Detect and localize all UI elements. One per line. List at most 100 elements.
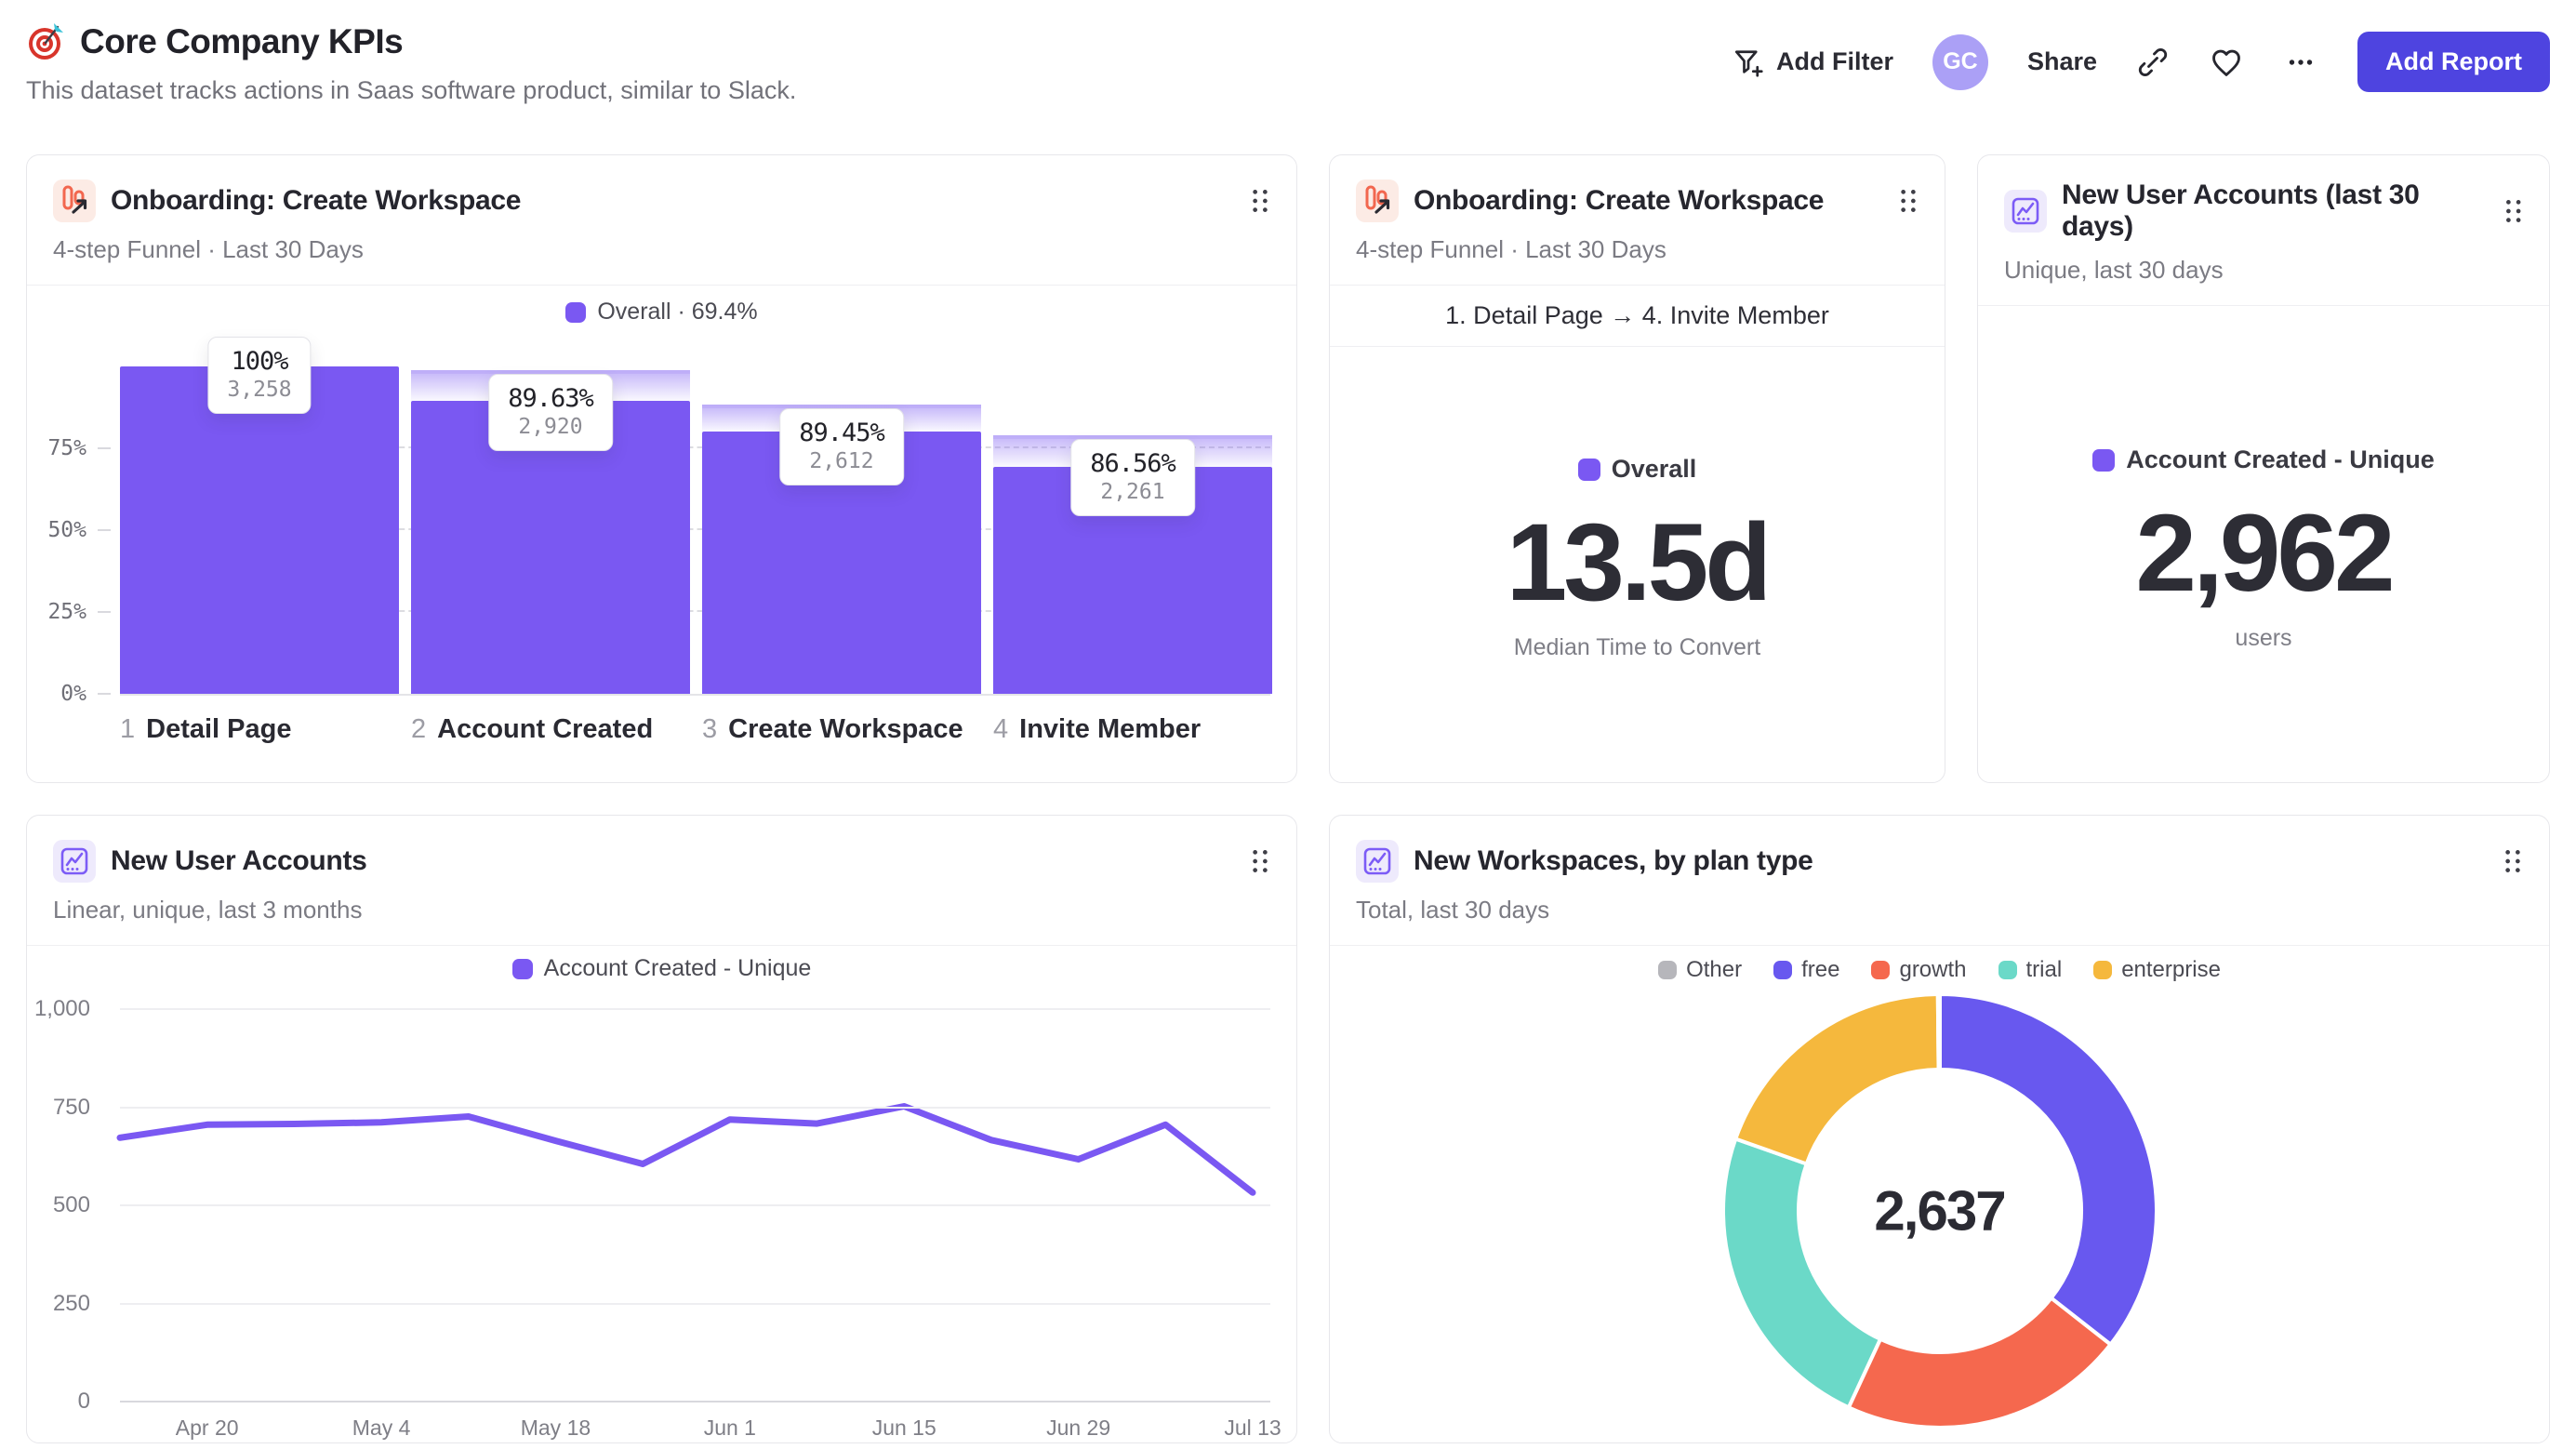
insights-report-icon [2004, 190, 2047, 233]
line-y-tick-label: 500 [52, 1192, 90, 1217]
line-legend[interactable]: Account Created - Unique [27, 955, 1296, 982]
avatar[interactable]: GC [1932, 33, 1988, 90]
funnel-report-icon [1356, 179, 1399, 222]
metric-legend[interactable]: Account Created - Unique [1978, 445, 2549, 474]
line-x-tick-label: Jun 29 [1046, 1416, 1111, 1440]
funnel-report-icon [53, 179, 96, 222]
header-actions: Add Filter GC Share Add Report [1732, 22, 2550, 92]
step-name: Account Created [437, 714, 654, 744]
card-subtitle: 4-step Funnel · Last 30 Days [53, 235, 364, 263]
card-subtitle: Linear, unique, last 3 months [53, 896, 363, 924]
card-title[interactable]: New Workspaces, by plan type [1414, 845, 1813, 877]
funnel-y-tick-label: 25% [47, 600, 86, 624]
funnel-value-tooltip: 89.45% 2,612 [779, 407, 904, 485]
funnel-pct-label: 89.63% [508, 384, 594, 413]
card-title[interactable]: New User Accounts (last 30 days) [2062, 179, 2489, 243]
card-header: Onboarding: Create Workspace 4-step Funn… [1330, 155, 1945, 286]
funnel-step-range: 1. Detail Page → 4. Invite Member [1330, 286, 1945, 347]
metric-legend[interactable]: Overall [1330, 455, 1945, 484]
card-header: New Workspaces, by plan type Total, last… [1330, 816, 2549, 946]
card-title[interactable]: New User Accounts [111, 845, 367, 877]
legend-swatch [1658, 961, 1678, 979]
funnel-y-tick-label: 0% [60, 682, 86, 706]
legend-item-enterprise[interactable]: enterprise [2093, 957, 2221, 983]
ellipsis-icon [2289, 59, 2313, 65]
funnel-value-tooltip: 100% 3,258 [207, 337, 312, 414]
legend-label: free [1801, 957, 1840, 982]
donut-slice-trial[interactable] [1720, 1136, 1883, 1410]
line-gridline [120, 1204, 1270, 1206]
donut-slice-growth[interactable] [1845, 1295, 2113, 1429]
funnel-step-label: 1 Detail Page [120, 714, 291, 745]
step-number: 4 [993, 714, 1009, 744]
share-button[interactable]: Share [2027, 47, 2097, 76]
drag-handle-icon[interactable] [1250, 187, 1270, 215]
metric-value: 13.5d [1506, 501, 1773, 624]
drag-handle-icon[interactable] [1250, 847, 1270, 875]
line-gridline [120, 1008, 1270, 1010]
funnel-axis-tick [98, 529, 111, 531]
line-plot-area: 0 250 500 750 1,000 Apr 20 May 4 May 18 Jun 1 Jun… [34, 996, 1281, 1440]
funnel-pct-label: 86.56% [1090, 448, 1176, 478]
funnel-step-label: 2 Account Created [411, 714, 653, 745]
funnel-count-label: 2,261 [1100, 479, 1165, 504]
line-x-tick-label: Jun 1 [703, 1416, 756, 1440]
link-icon [2138, 47, 2168, 76]
copy-link-button[interactable] [2136, 46, 2170, 79]
heart-icon [2212, 49, 2240, 76]
card-new-users-metric: New User Accounts (last 30 days) Unique,… [1977, 154, 2550, 783]
funnel-axis-tick [98, 693, 111, 695]
line-y-tick-label: 250 [52, 1290, 90, 1316]
more-options-button[interactable] [2283, 45, 2318, 80]
legend-swatch [1998, 961, 2017, 979]
legend-swatch [511, 958, 533, 979]
funnel-pct-label: 89.45% [799, 418, 885, 447]
legend-item-free[interactable]: free [1773, 957, 1839, 983]
legend-label: Other [1686, 957, 1743, 982]
header-left: Core Company KPIs This dataset tracks ac… [26, 22, 796, 105]
funnel-plot-area: 0% 25% 50% 75% 100% 3,258 1 Detail Page 89.63% 2,… [47, 337, 1272, 744]
legend-item-trial[interactable]: trial [1998, 957, 2062, 983]
drag-handle-icon[interactable] [2503, 847, 2523, 875]
funnel-legend[interactable]: Overall · 69.4% [27, 299, 1296, 326]
card-header: Onboarding: Create Workspace 4-step Funn… [27, 155, 1296, 286]
step-number: 3 [702, 714, 718, 744]
dashboard-page: Core Company KPIs This dataset tracks ac… [0, 0, 2576, 1449]
funnel-axis-tick [98, 447, 111, 449]
funnel-count-label: 2,920 [518, 415, 583, 439]
funnel-step-label: 3 Create Workspace [702, 714, 963, 745]
legend-swatch [1577, 458, 1600, 481]
line-series-account-created[interactable] [116, 1103, 1256, 1196]
card-header: New User Accounts (last 30 days) Unique,… [1978, 155, 2549, 306]
metric-block: Overall 13.5d Median Time to Convert [1330, 455, 1945, 661]
donut-slice-Other[interactable] [1935, 992, 1942, 1072]
legend-label: Account Created - Unique [2126, 445, 2435, 473]
card-title[interactable]: Onboarding: Create Workspace [111, 185, 521, 217]
card-subtitle: 4-step Funnel · Last 30 Days [1356, 235, 1666, 263]
page-title: Core Company KPIs [80, 22, 404, 60]
legend-item-growth[interactable]: growth [1871, 957, 1967, 983]
legend-item-Other[interactable]: Other [1658, 957, 1742, 983]
add-report-button[interactable]: Add Report [2357, 32, 2550, 92]
share-label: Share [2026, 47, 2098, 75]
card-title[interactable]: Onboarding: Create Workspace [1414, 185, 1824, 217]
donut-slice-enterprise[interactable] [1733, 992, 1941, 1167]
donut-slice-free[interactable] [1937, 992, 2158, 1348]
target-dart-icon [29, 23, 63, 60]
funnel-y-tick-label: 75% [47, 436, 86, 460]
dashboard-header: Core Company KPIs This dataset tracks ac… [0, 0, 2576, 105]
funnel-bar-step-1[interactable] [120, 366, 399, 694]
card-new-users-line: New User Accounts Linear, unique, last 3… [26, 815, 1297, 1443]
add-filter-label: Add Filter [1775, 47, 1893, 75]
drag-handle-icon[interactable] [2503, 197, 2523, 225]
card-funnel-time-metric: Onboarding: Create Workspace 4-step Funn… [1329, 154, 1945, 783]
step-name: Detail Page [146, 714, 292, 744]
add-filter-button[interactable]: Add Filter [1732, 46, 1893, 79]
favorite-button[interactable] [2209, 45, 2244, 80]
funnel-step-label: 4 Invite Member [993, 714, 1201, 745]
metric-block: Account Created - Unique 2,962 users [1978, 445, 2549, 652]
line-gridline [120, 1401, 1270, 1402]
drag-handle-icon[interactable] [1898, 187, 1919, 215]
legend-swatch [1871, 961, 1891, 979]
legend-swatch [2093, 961, 2113, 979]
